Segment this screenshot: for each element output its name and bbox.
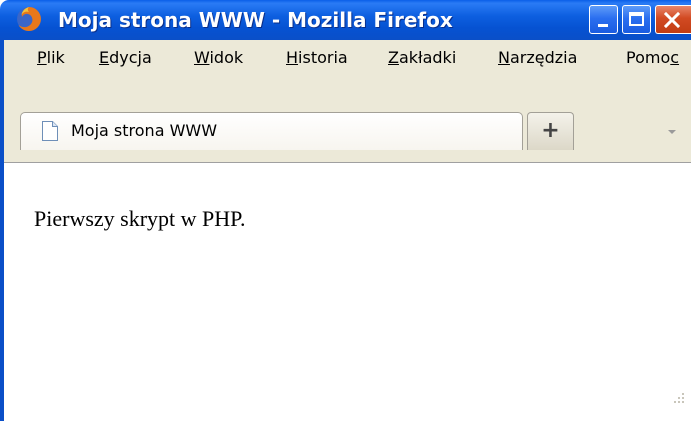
minimize-button[interactable] — [589, 5, 618, 34]
resize-grip-icon[interactable] — [670, 390, 686, 406]
tab-bar: Moja strona WWW + — [0, 75, 691, 163]
menu-plik-accesskey: P — [37, 48, 47, 67]
menu-pomoc-accesskey: c — [670, 48, 680, 67]
maximize-icon — [629, 12, 644, 26]
menu-narzedzia[interactable]: Narzędzia — [498, 49, 577, 67]
window-title: Moja strona WWW - Mozilla Firefox — [58, 8, 453, 32]
menu-widok[interactable]: Widok — [194, 49, 243, 67]
menu-historia-accesskey: H — [286, 48, 299, 67]
menu-edycja-label: dycja — [109, 48, 152, 67]
maximize-button[interactable] — [622, 5, 651, 34]
menu-zakladki[interactable]: Zakładki — [388, 49, 456, 67]
minimize-icon — [598, 24, 608, 27]
menu-bar: Plik Edycja Widok Historia Zakładki Narz… — [0, 40, 691, 75]
browser-window: Moja strona WWW - Mozilla Firefox Plik E… — [0, 0, 691, 421]
menu-zakladki-label: akładki — [398, 48, 457, 67]
tab-list-dropdown-icon[interactable] — [668, 130, 676, 134]
plus-icon: + — [541, 118, 560, 143]
menu-plik-label: lik — [46, 48, 65, 67]
menu-narzedzia-accesskey: N — [498, 48, 510, 67]
menu-zakladki-accesskey: Z — [388, 48, 399, 67]
close-icon — [663, 11, 681, 29]
firefox-logo-icon — [17, 7, 41, 31]
menu-narzedzia-label: arzędzia — [509, 48, 578, 67]
menu-pomoc-label: Pomo — [626, 48, 671, 67]
new-tab-button[interactable]: + — [527, 112, 574, 150]
close-button[interactable] — [655, 5, 691, 34]
page-body-text: Pierwszy skrypt w PHP. — [34, 206, 246, 231]
menu-edycja-accesskey: E — [99, 48, 110, 67]
tab-active[interactable]: Moja strona WWW — [20, 112, 523, 150]
menu-edycja[interactable]: Edycja — [99, 49, 152, 67]
menu-historia[interactable]: Historia — [286, 49, 348, 67]
menu-plik[interactable]: Plik — [37, 49, 65, 67]
menu-widok-accesskey: W — [194, 48, 210, 67]
menu-widok-label: idok — [209, 48, 244, 67]
page-content: Pierwszy skrypt w PHP. — [0, 163, 691, 421]
title-bar[interactable]: Moja strona WWW - Mozilla Firefox — [0, 0, 691, 40]
menu-pomoc[interactable]: Pomoc — [626, 49, 679, 67]
menu-historia-label: istoria — [298, 48, 348, 67]
page-icon — [42, 121, 58, 141]
tab-title: Moja strona WWW — [71, 121, 218, 140]
